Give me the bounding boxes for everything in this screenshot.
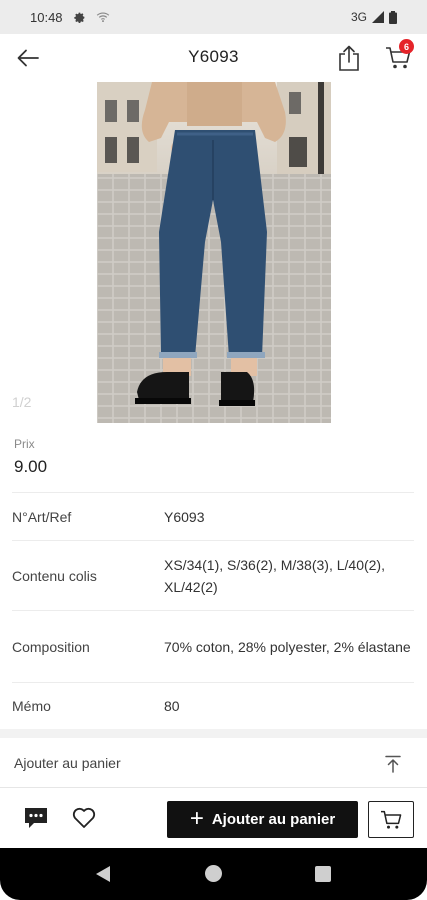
detail-label: Composition [12,638,90,655]
nav-recent-icon[interactable] [315,866,331,882]
scroll-top-icon [385,755,401,773]
product-photo-illustration [97,82,331,423]
product-gallery[interactable]: 1/2 [0,82,427,427]
detail-row-composition: Composition 70% coton, 28% polyester, 2%… [12,610,414,682]
nav-home-icon[interactable] [205,865,222,882]
detail-row-ref: N°Art/Ref Y6093 [12,492,414,540]
chat-icon [25,808,47,828]
status-time: 10:48 [30,9,63,25]
share-button[interactable] [335,43,363,73]
favorite-button[interactable] [72,807,98,831]
add-to-cart-row[interactable]: Ajouter au panier [0,738,427,788]
system-nav-bar [0,848,427,900]
price-section: Prix 9.00 [0,427,427,491]
status-left: 10:48 [30,10,110,25]
section-divider [0,729,427,738]
add-to-cart-button[interactable]: + Ajouter au panier [167,801,358,838]
bottom-action-bar: + Ajouter au panier [0,789,427,847]
plus-icon: + [189,804,204,832]
signal-icon [372,11,384,23]
detail-row-package-content: Contenu colis XS/34(1), S/36(2), M/38(3)… [12,540,414,610]
share-icon [339,45,359,71]
network-type: 3G [350,10,367,24]
product-photo[interactable] [97,82,331,423]
detail-label: N°Art/Ref [12,508,72,525]
add-to-cart-button-label: Ajouter au panier [211,811,336,828]
app-bar: Y6093 6 [0,34,427,82]
heart-icon [72,807,96,828]
view-cart-button[interactable] [368,801,414,838]
detail-value: XS/34(1), S/36(2), M/38(3), L/40(2), XL/… [164,556,385,595]
price-label: Prix [14,437,35,451]
cart-count-badge: 6 [399,39,414,54]
product-details: N°Art/Ref Y6093 Contenu colis XS/34(1), … [12,492,414,729]
price-value: 9.00 [14,457,48,476]
image-counter: 1/2 [12,394,32,410]
nav-back-icon[interactable] [95,866,111,882]
detail-label: Mémo [12,698,51,714]
status-bar: 10:48 3G [0,0,427,34]
wifi-icon [96,12,109,23]
cart-outline-icon [381,810,402,829]
status-right: 3G [351,10,397,24]
settings-gear-icon [73,12,84,23]
battery-icon [389,10,397,24]
detail-value: Y6093 [164,508,205,525]
add-to-cart-row-label: Ajouter au panier [14,754,121,771]
chat-button[interactable] [24,807,50,831]
detail-label: Contenu colis [12,567,97,584]
detail-value: 70% coton, 28% polyester, 2% élastane [164,638,411,655]
detail-row-memo: Mémo 80 [12,682,414,729]
scroll-top-button[interactable] [383,752,403,776]
detail-value: 80 [164,698,180,714]
